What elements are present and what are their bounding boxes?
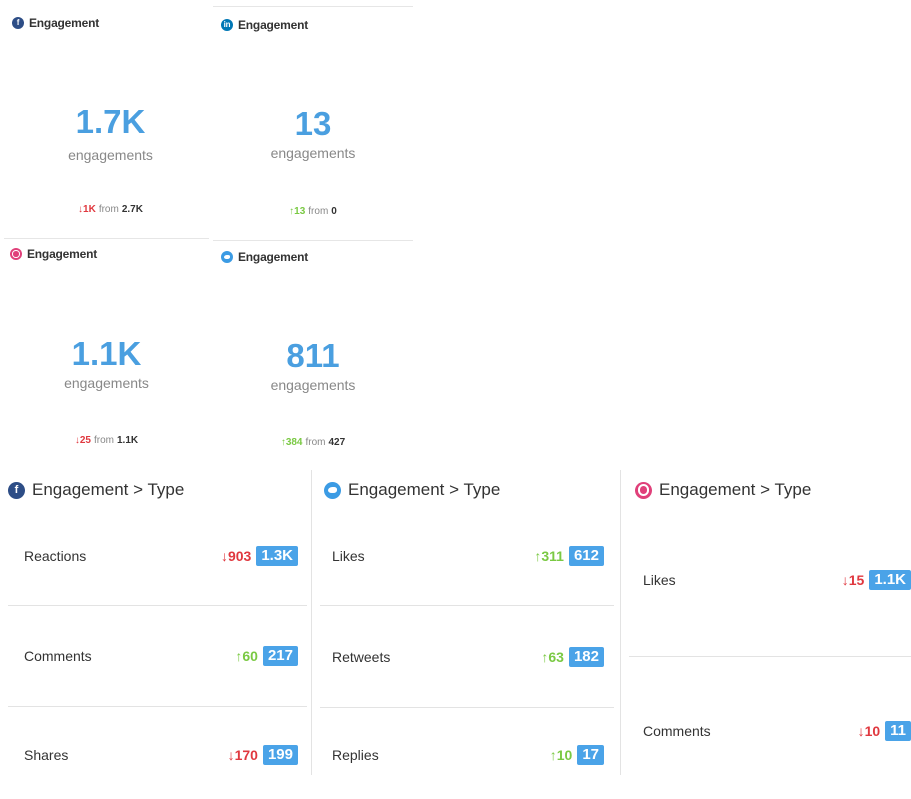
from-label: from [94, 435, 114, 446]
type-label: Replies [332, 747, 379, 763]
type-change: ↓15 [841, 572, 865, 588]
type-value-badge: 1.3K [256, 546, 298, 566]
type-label: Likes [643, 572, 676, 588]
type-row-retweets: Retweets ↑63 182 [320, 647, 604, 667]
row-divider [8, 605, 307, 606]
instagram-engagement-card: Engagement 1.1K engagements ↓25 from 1.1K [4, 238, 209, 471]
type-label: Comments [24, 648, 92, 664]
engagement-value: 13 [294, 105, 332, 142]
panel-header: f Engagement > Type [8, 480, 184, 500]
twitter-engagement-card: Engagement 811 engagements ↑384 from 427 [213, 240, 413, 473]
type-value-badge: 1.1K [869, 570, 911, 590]
type-row-comments: Comments ↑60 217 [8, 646, 298, 666]
type-value-badge: 612 [568, 546, 604, 566]
engagement-change: ↓25 from 1.1K [4, 435, 209, 446]
instagram-icon [635, 481, 652, 499]
card-header: f Engagement [12, 16, 99, 30]
type-row-likes: Likes ↓15 1.1K [629, 570, 911, 590]
engagement-value: 1.1K [71, 335, 142, 372]
instagram-engagement-type-panel: Engagement > Type Likes ↓15 1.1K Comment… [621, 466, 911, 776]
type-label: Shares [24, 747, 69, 763]
engagement-unit: engagements [270, 145, 356, 161]
type-metrics: ↓170 199 [228, 745, 298, 765]
engagement-change: ↑13 from 0 [183, 206, 443, 217]
facebook-icon: f [12, 17, 24, 29]
card-title: Engagement [238, 18, 309, 32]
change-value: ↑13 [289, 206, 306, 217]
panel-title: Engagement > Type [32, 480, 185, 499]
facebook-engagement-card: f Engagement 1.7K engagements ↓1K from 2.7… [8, 6, 213, 239]
facebook-icon: f [8, 481, 25, 499]
type-change: ↓10 [857, 723, 881, 739]
linkedin-icon: in [221, 19, 233, 31]
type-metrics: ↑311 612 [534, 546, 604, 566]
type-change: ↑60 [235, 648, 258, 664]
change-value: ↓25 [74, 435, 91, 446]
type-value-badge: 11 [885, 721, 911, 741]
twitter-icon [324, 481, 341, 499]
from-label: from [305, 437, 326, 448]
row-divider [8, 706, 307, 707]
type-row-reactions: Reactions ↓903 1.3K [8, 546, 298, 566]
change-value: ↓1K [78, 204, 96, 215]
type-change: ↑311 [534, 548, 564, 564]
type-change: ↑63 [541, 649, 564, 665]
type-metrics: ↑10 17 [550, 745, 604, 765]
type-row-shares: Shares ↓170 199 [8, 745, 298, 765]
type-label: Reactions [24, 548, 87, 564]
from-label: from [98, 204, 119, 215]
card-header: Engagement [221, 250, 308, 264]
twitter-engagement-type-panel: Engagement > Type Likes ↑311 612 Retweet… [312, 466, 620, 776]
from-label: from [308, 206, 329, 217]
engagement-unit: engagements [68, 147, 153, 163]
type-metrics: ↓10 11 [858, 721, 911, 741]
type-row-comments: Comments ↓10 11 [629, 721, 911, 741]
type-label: Retweets [332, 649, 391, 665]
previous-value: 0 [331, 206, 337, 217]
previous-value: 2.7K [121, 204, 143, 215]
type-value-badge: 182 [568, 647, 604, 667]
engagement-value: 811 [286, 337, 340, 374]
row-divider [629, 656, 911, 657]
type-value-badge: 199 [262, 745, 298, 765]
card-title: Engagement [27, 247, 98, 261]
row-divider [320, 707, 614, 708]
card-title: Engagement [238, 250, 309, 264]
twitter-icon [221, 251, 233, 263]
type-value-badge: 17 [577, 745, 604, 765]
type-metrics: ↑63 182 [541, 647, 604, 667]
type-label: Likes [332, 548, 365, 564]
engagement-unit: engagements [64, 375, 149, 391]
type-change: ↑10 [549, 747, 573, 763]
type-metrics: ↑60 217 [235, 646, 298, 666]
card-title: Engagement [29, 16, 100, 30]
change-value: ↑384 [280, 437, 303, 448]
type-change: ↓903 [220, 548, 252, 564]
instagram-icon [10, 248, 22, 260]
previous-value: 427 [328, 437, 346, 448]
type-row-replies: Replies ↑10 17 [320, 745, 604, 765]
panel-header: Engagement > Type [635, 480, 811, 500]
linkedin-engagement-card: in Engagement 13 engagements ↑13 from 0 [213, 6, 413, 239]
type-metrics: ↓15 1.1K [842, 570, 911, 590]
engagement-unit: engagements [270, 377, 356, 393]
previous-value: 1.1K [117, 435, 139, 446]
facebook-engagement-type-panel: f Engagement > Type Reactions ↓903 1.3K … [0, 466, 310, 776]
type-value-badge: 217 [262, 646, 298, 666]
type-label: Comments [643, 723, 711, 739]
card-header: Engagement [10, 247, 97, 261]
type-row-likes: Likes ↑311 612 [320, 546, 604, 566]
row-divider [320, 605, 614, 606]
engagement-change: ↑384 from 427 [183, 437, 443, 448]
engagement-value: 1.7K [75, 103, 146, 140]
panel-title: Engagement > Type [659, 480, 812, 499]
panel-header: Engagement > Type [324, 480, 500, 500]
type-metrics: ↓903 1.3K [221, 546, 298, 566]
panel-title: Engagement > Type [348, 480, 501, 499]
card-header: in Engagement [221, 18, 308, 32]
type-change: ↓170 [227, 747, 258, 763]
